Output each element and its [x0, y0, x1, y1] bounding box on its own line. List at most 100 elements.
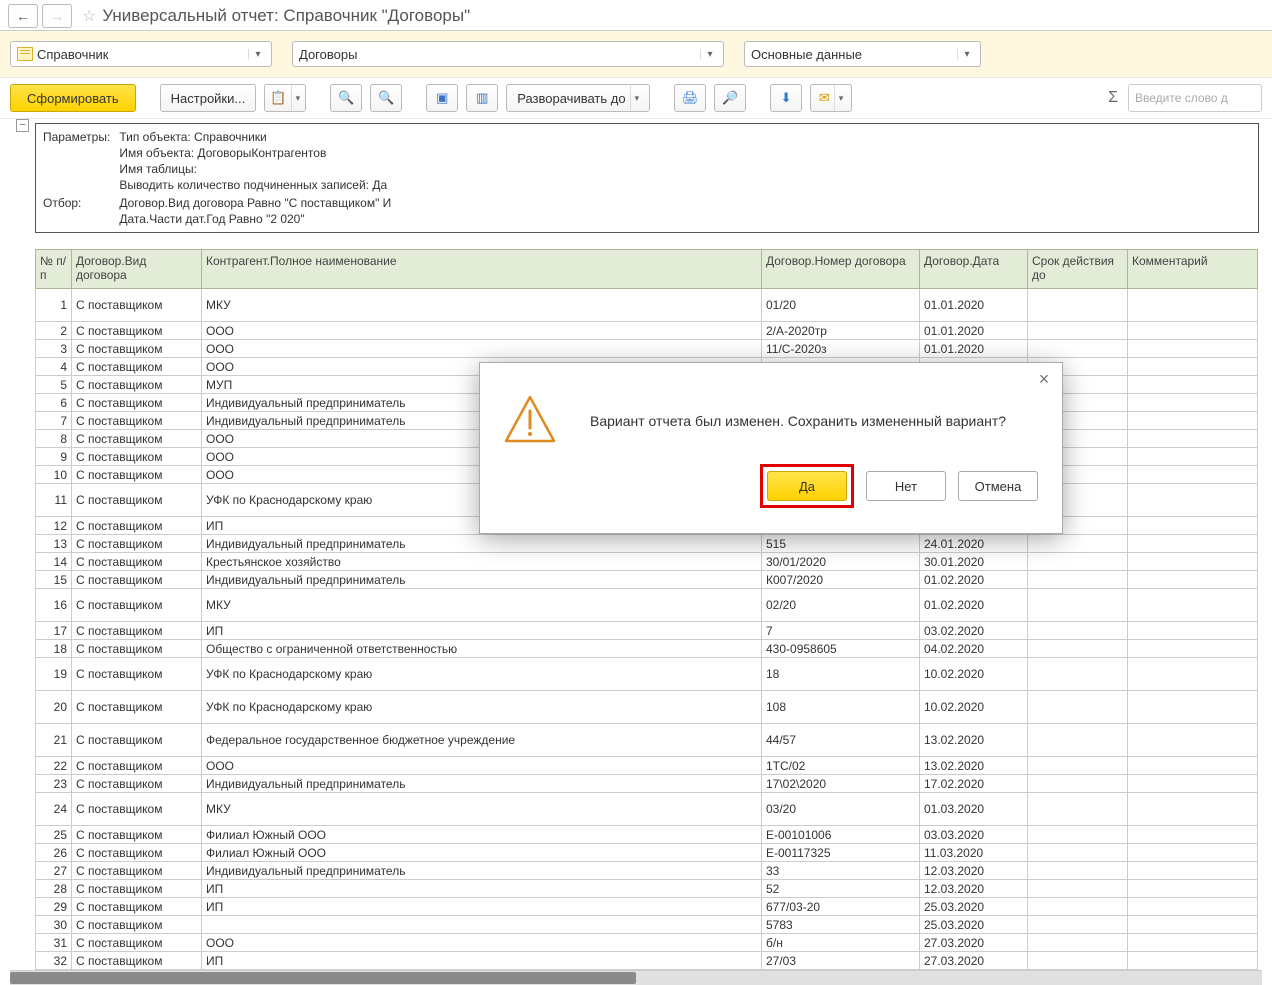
table-row[interactable]: 27С поставщикомИндивидуальный предприним…	[36, 862, 1258, 880]
send-email-button[interactable]: ✉ ▾	[810, 84, 852, 112]
cell-valid-until	[1028, 658, 1128, 691]
table-name-combo[interactable]: Основные данные ▾	[744, 41, 981, 67]
table-row[interactable]: 14С поставщикомКрестьянское хозяйство30/…	[36, 553, 1258, 571]
table-row[interactable]: 18С поставщикомОбщество с ограниченной о…	[36, 640, 1258, 658]
settings-button[interactable]: Настройки...	[160, 84, 257, 112]
table-row[interactable]: 31С поставщикомОООб/н27.03.2020	[36, 934, 1258, 952]
search-input[interactable]: Введите слово д	[1128, 84, 1262, 112]
dropdown-icon: ▾	[700, 49, 719, 60]
cell-comment	[1128, 757, 1258, 775]
cell-type: С поставщиком	[72, 757, 202, 775]
cell-counterparty: ООО	[202, 340, 762, 358]
cell-date: 25.03.2020	[920, 898, 1028, 916]
cell-comment	[1128, 340, 1258, 358]
save-button[interactable]: ⬇	[770, 84, 802, 112]
forward-button[interactable]: →	[42, 4, 72, 28]
col-contract-date[interactable]: Договор.Дата	[920, 250, 1028, 289]
cell-type: С поставщиком	[72, 952, 202, 970]
cell-counterparty: ООО	[202, 757, 762, 775]
col-number[interactable]: № п/п	[36, 250, 72, 289]
expand-to-button[interactable]: Разворачивать до ▾	[506, 84, 650, 112]
col-contract-type[interactable]: Договор.Вид договора	[72, 250, 202, 289]
preview-icon: 🔎	[722, 90, 738, 106]
col-comment[interactable]: Комментарий	[1128, 250, 1258, 289]
table-row[interactable]: 26С поставщикомФилиал Южный ОООЕ-0011732…	[36, 844, 1258, 862]
cell-counterparty: УФК по Краснодарскому краю	[202, 658, 762, 691]
cell-number: 15	[36, 571, 72, 589]
find-button[interactable]: 🔍	[330, 84, 362, 112]
table-row[interactable]: 19С поставщикомУФК по Краснодарскому кра…	[36, 658, 1258, 691]
print-preview-button[interactable]: 🔎	[714, 84, 746, 112]
dialog-cancel-button[interactable]: Отмена	[958, 471, 1038, 501]
object-name-combo[interactable]: Договоры ▾	[292, 41, 724, 67]
cell-date: 01.01.2020	[920, 340, 1028, 358]
sigma-icon[interactable]: Σ	[1108, 89, 1118, 107]
cell-type: С поставщиком	[72, 535, 202, 553]
table-row[interactable]: 17С поставщикомИП703.02.2020	[36, 622, 1258, 640]
table-row[interactable]: 3С поставщикомООО11/С-2020з01.01.2020	[36, 340, 1258, 358]
cell-comment	[1128, 826, 1258, 844]
dialog-yes-button[interactable]: Да	[767, 471, 847, 501]
cell-contract-number: К007/2020	[762, 571, 920, 589]
print-button[interactable]: 🖨	[674, 84, 706, 112]
table-row[interactable]: 16С поставщикомМКУ02/2001.02.2020	[36, 589, 1258, 622]
printer-icon: 🖨	[682, 90, 699, 106]
report-table-wrap: № п/п Договор.Вид договора Контрагент.По…	[35, 249, 1262, 970]
cell-valid-until	[1028, 640, 1128, 658]
email-icon: ✉	[819, 90, 830, 106]
cell-number: 21	[36, 724, 72, 757]
table-row[interactable]: 30С поставщиком578325.03.2020	[36, 916, 1258, 934]
table-row[interactable]: 28С поставщикомИП5212.03.2020	[36, 880, 1258, 898]
table-row[interactable]: 23С поставщикомИндивидуальный предприним…	[36, 775, 1258, 793]
cell-counterparty: УФК по Краснодарскому краю	[202, 691, 762, 724]
collapse-groups-button[interactable]: ▣	[426, 84, 458, 112]
save-variant-dialog: × Вариант отчета был изменен. Сохранить …	[479, 362, 1063, 534]
generate-button[interactable]: Сформировать	[10, 84, 136, 112]
table-header-row: № п/п Договор.Вид договора Контрагент.По…	[36, 250, 1258, 289]
cell-number: 17	[36, 622, 72, 640]
cell-counterparty: Федеральное государственное бюджетное уч…	[202, 724, 762, 757]
cell-comment	[1128, 691, 1258, 724]
table-row[interactable]: 13С поставщикомИндивидуальный предприним…	[36, 535, 1258, 553]
cell-number: 19	[36, 658, 72, 691]
cell-type: С поставщиком	[72, 844, 202, 862]
dialog-no-button[interactable]: Нет	[866, 471, 946, 501]
table-row[interactable]: 25С поставщикомФилиал Южный ОООЕ-0010100…	[36, 826, 1258, 844]
paste-button[interactable]: 📋 ▾	[264, 84, 306, 112]
cell-valid-until	[1028, 775, 1128, 793]
table-row[interactable]: 15С поставщикомИндивидуальный предприним…	[36, 571, 1258, 589]
table-row[interactable]: 20С поставщикомУФК по Краснодарскому кра…	[36, 691, 1258, 724]
horizontal-scrollbar[interactable]	[10, 970, 1262, 985]
col-contract-number[interactable]: Договор.Номер договора	[762, 250, 920, 289]
scrollbar-thumb[interactable]	[10, 972, 636, 984]
cell-date: 17.02.2020	[920, 775, 1028, 793]
back-button[interactable]: ←	[8, 4, 38, 28]
cell-comment	[1128, 880, 1258, 898]
col-counterparty[interactable]: Контрагент.Полное наименование	[202, 250, 762, 289]
table-row[interactable]: 29С поставщикомИП677/03-2025.03.2020	[36, 898, 1258, 916]
cell-counterparty: Филиал Южный ООО	[202, 826, 762, 844]
toolbar: Сформировать Настройки... 📋 ▾ 🔍 🔍 ▣ ▥ Ра…	[0, 78, 1272, 119]
expand-groups-button[interactable]: ▥	[466, 84, 498, 112]
cell-date: 01.02.2020	[920, 589, 1028, 622]
cell-valid-until	[1028, 535, 1128, 553]
cell-number: 6	[36, 394, 72, 412]
object-type-combo[interactable]: Справочник ▾	[10, 41, 272, 67]
cell-counterparty: Крестьянское хозяйство	[202, 553, 762, 571]
cell-valid-until	[1028, 862, 1128, 880]
cell-number: 31	[36, 934, 72, 952]
favorite-star-icon[interactable]: ☆	[82, 6, 96, 26]
cell-contract-number: 430-0958605	[762, 640, 920, 658]
find-next-button[interactable]: 🔍	[370, 84, 402, 112]
col-valid-until[interactable]: Срок действия до	[1028, 250, 1128, 289]
table-row[interactable]: 21С поставщикомФедеральное государственн…	[36, 724, 1258, 757]
collapse-tree-toggle[interactable]: –	[16, 119, 29, 132]
table-row[interactable]: 32С поставщикомИП27/0327.03.2020	[36, 952, 1258, 970]
dialog-close-button[interactable]: ×	[1034, 369, 1054, 390]
table-row[interactable]: 1С поставщикомМКУ01/2001.01.2020	[36, 289, 1258, 322]
report-table[interactable]: № п/п Договор.Вид договора Контрагент.По…	[35, 249, 1258, 970]
cell-counterparty: Индивидуальный предприниматель	[202, 535, 762, 553]
table-row[interactable]: 24С поставщикомМКУ03/2001.03.2020	[36, 793, 1258, 826]
table-row[interactable]: 2С поставщикомООО2/А-2020тр01.01.2020	[36, 322, 1258, 340]
table-row[interactable]: 22С поставщикомООО1ТС/0213.02.2020	[36, 757, 1258, 775]
